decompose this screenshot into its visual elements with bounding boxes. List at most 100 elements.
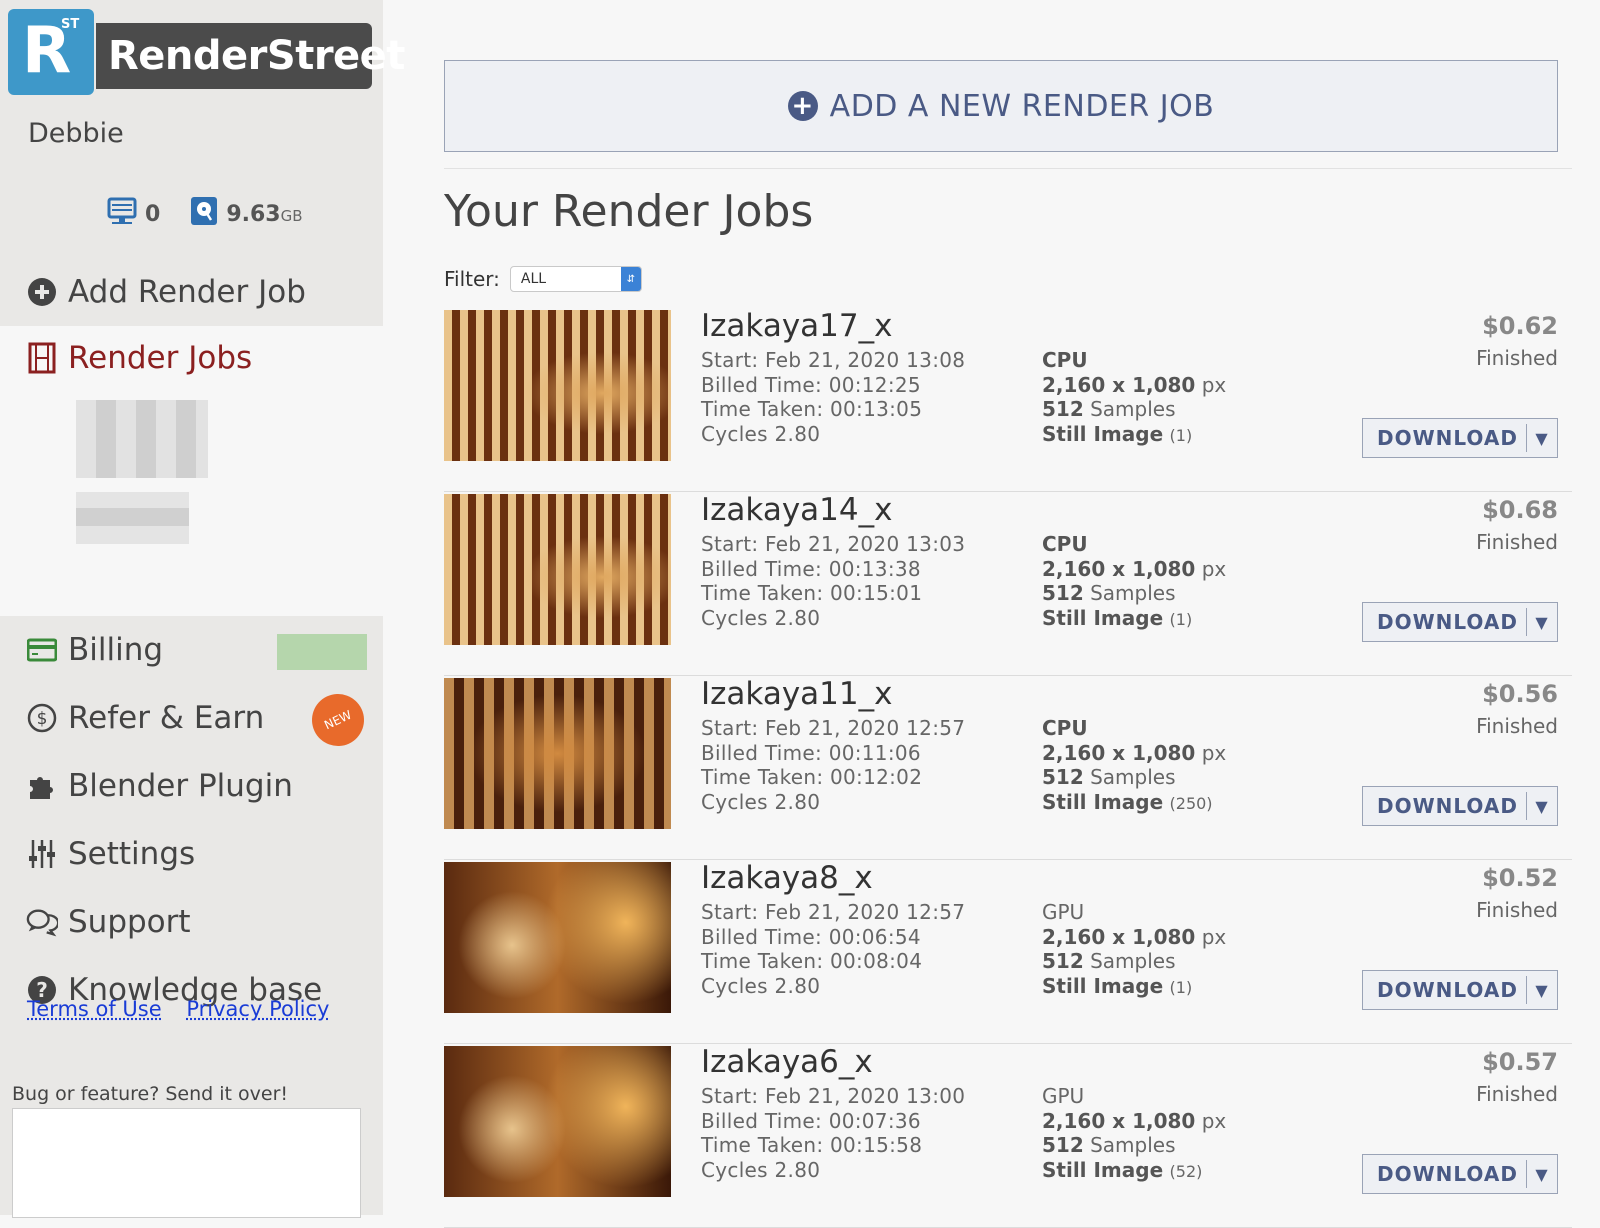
job-timing: Start: Feb 21, 2020 13:00 Billed Time: 0… (701, 1084, 965, 1182)
job-res-unit: px (1202, 741, 1227, 765)
svg-text:$: $ (37, 709, 48, 729)
filter-value: ALL (521, 271, 546, 287)
job-frame-count: (1) (1170, 610, 1193, 629)
job-specs: CPU 2,160 x 1,080 px 512 Samples Still I… (1042, 716, 1226, 816)
job-type: Still Image (1042, 790, 1163, 814)
job-samples-label: Samples (1090, 581, 1175, 605)
download-button[interactable]: DOWNLOAD ▼ (1362, 970, 1558, 1010)
download-button[interactable]: DOWNLOAD ▼ (1362, 1154, 1558, 1194)
sidebar-item-label: Add Render Job (68, 274, 306, 310)
job-type: Still Image (1042, 422, 1163, 446)
job-timing: Start: Feb 21, 2020 12:57 Billed Time: 0… (701, 900, 965, 998)
job-type: Still Image (1042, 1158, 1163, 1182)
feedback-textarea[interactable] (12, 1108, 361, 1218)
job-device: CPU (1042, 532, 1088, 556)
film-icon (26, 342, 58, 374)
job-thumbnail[interactable] (444, 1046, 671, 1197)
job-time-taken: Time Taken: 00:08:04 (701, 949, 965, 974)
job-res-unit: px (1202, 557, 1227, 581)
caret-down-icon[interactable]: ▼ (1526, 424, 1557, 452)
brand-logo[interactable]: R ST RenderStreet (8, 9, 372, 95)
sidebar-nav: Add Render Job Render Jobs Billing $ Ref… (0, 258, 383, 1024)
job-engine: Cycles 2.80 (701, 790, 965, 815)
caret-down-icon[interactable]: ▼ (1526, 608, 1557, 636)
sidebar-item-support[interactable]: Support (0, 888, 383, 956)
job-name[interactable]: Izakaya14_x (701, 492, 892, 528)
download-button[interactable]: DOWNLOAD ▼ (1362, 602, 1558, 642)
filter-select[interactable]: ALL ⇵ (510, 266, 642, 292)
job-samples: 512 (1042, 397, 1084, 421)
job-thumbnail[interactable] (444, 862, 671, 1013)
job-engine: Cycles 2.80 (701, 1158, 965, 1183)
job-status: Finished (1476, 1082, 1558, 1106)
job-billed-time: Billed Time: 00:12:25 (701, 373, 965, 398)
sidebar-item-label: Render Jobs (68, 340, 252, 376)
job-name[interactable]: Izakaya8_x (701, 860, 873, 896)
job-name[interactable]: Izakaya11_x (701, 676, 892, 712)
download-label: DOWNLOAD (1363, 426, 1526, 450)
job-samples: 512 (1042, 765, 1084, 789)
add-render-job-label: ADD A NEW RENDER JOB (830, 89, 1215, 124)
terms-link[interactable]: Terms of Use (27, 997, 162, 1021)
job-res-unit: px (1202, 1109, 1227, 1133)
job-row: Izakaya11_x Start: Feb 21, 2020 12:57 Bi… (444, 676, 1572, 860)
job-samples: 512 (1042, 1133, 1084, 1157)
sidebar-item-blender-plugin[interactable]: Blender Plugin (0, 752, 383, 820)
add-render-job-button[interactable]: + ADD A NEW RENDER JOB (444, 60, 1558, 152)
server-icon (107, 196, 137, 232)
job-resolution: 2,160 x 1,080 (1042, 925, 1195, 949)
job-start: Start: Feb 21, 2020 13:03 (701, 532, 965, 557)
download-button[interactable]: DOWNLOAD ▼ (1362, 418, 1558, 458)
job-thumbnail[interactable] (444, 310, 671, 461)
job-specs: GPU 2,160 x 1,080 px 512 Samples Still I… (1042, 1084, 1226, 1184)
job-status: Finished (1476, 530, 1558, 554)
job-samples: 512 (1042, 949, 1084, 973)
job-name[interactable]: Izakaya6_x (701, 1044, 873, 1080)
account-stats: 0 9.63GB (107, 196, 303, 232)
job-time-taken: Time Taken: 00:12:02 (701, 765, 965, 790)
render-jobs-subpanel (0, 390, 383, 616)
job-thumbnail[interactable] (444, 678, 671, 829)
sidebar-item-refer-earn[interactable]: $ Refer & Earn NEW (0, 684, 383, 752)
job-type: Still Image (1042, 974, 1163, 998)
job-row: Izakaya8_x Start: Feb 21, 2020 12:57 Bil… (444, 860, 1572, 1044)
job-name[interactable]: Izakaya17_x (701, 308, 892, 344)
redacted-content (76, 492, 189, 544)
download-label: DOWNLOAD (1363, 978, 1526, 1002)
job-device: GPU (1042, 1084, 1084, 1108)
job-start: Start: Feb 21, 2020 13:08 (701, 348, 965, 373)
job-row: Izakaya6_x Start: Feb 21, 2020 13:00 Bil… (444, 1044, 1572, 1228)
privacy-link[interactable]: Privacy Policy (186, 997, 329, 1021)
job-specs: CPU 2,160 x 1,080 px 512 Samples Still I… (1042, 348, 1226, 448)
job-samples-label: Samples (1090, 1133, 1175, 1157)
sidebar-item-add-render-job[interactable]: Add Render Job (0, 258, 383, 326)
job-engine: Cycles 2.80 (701, 422, 965, 447)
job-thumbnail[interactable] (444, 494, 671, 645)
select-arrows-icon: ⇵ (621, 267, 641, 291)
download-button[interactable]: DOWNLOAD ▼ (1362, 786, 1558, 826)
caret-down-icon[interactable]: ▼ (1526, 792, 1557, 820)
job-device: CPU (1042, 348, 1088, 372)
job-billed-time: Billed Time: 00:07:36 (701, 1109, 965, 1134)
job-price: $0.62 (1482, 312, 1558, 340)
job-row: Izakaya14_x Start: Feb 21, 2020 13:03 Bi… (444, 492, 1572, 676)
sidebar-item-billing[interactable]: Billing (0, 616, 383, 684)
sidebar-item-render-jobs[interactable]: Render Jobs (0, 326, 383, 390)
sidebar-item-label: Support (68, 904, 191, 940)
footer-links: Terms of Use Privacy Policy (27, 997, 347, 1021)
job-resolution: 2,160 x 1,080 (1042, 557, 1195, 581)
sidebar-item-settings[interactable]: Settings (0, 820, 383, 888)
sidebar-item-label: Refer & Earn (68, 700, 264, 736)
job-billed-time: Billed Time: 00:06:54 (701, 925, 965, 950)
caret-down-icon[interactable]: ▼ (1526, 976, 1557, 1004)
plus-circle-icon (26, 276, 58, 308)
job-res-unit: px (1202, 373, 1227, 397)
sidebar: R ST RenderStreet Debbie 0 9.63GB Add Re… (0, 0, 383, 1215)
job-resolution: 2,160 x 1,080 (1042, 373, 1195, 397)
job-start: Start: Feb 21, 2020 12:57 (701, 900, 965, 925)
job-frame-count: (1) (1170, 426, 1193, 445)
caret-down-icon[interactable]: ▼ (1526, 1160, 1557, 1188)
job-status: Finished (1476, 346, 1558, 370)
new-badge: NEW (303, 685, 372, 754)
plus-circle-icon: + (788, 91, 818, 121)
